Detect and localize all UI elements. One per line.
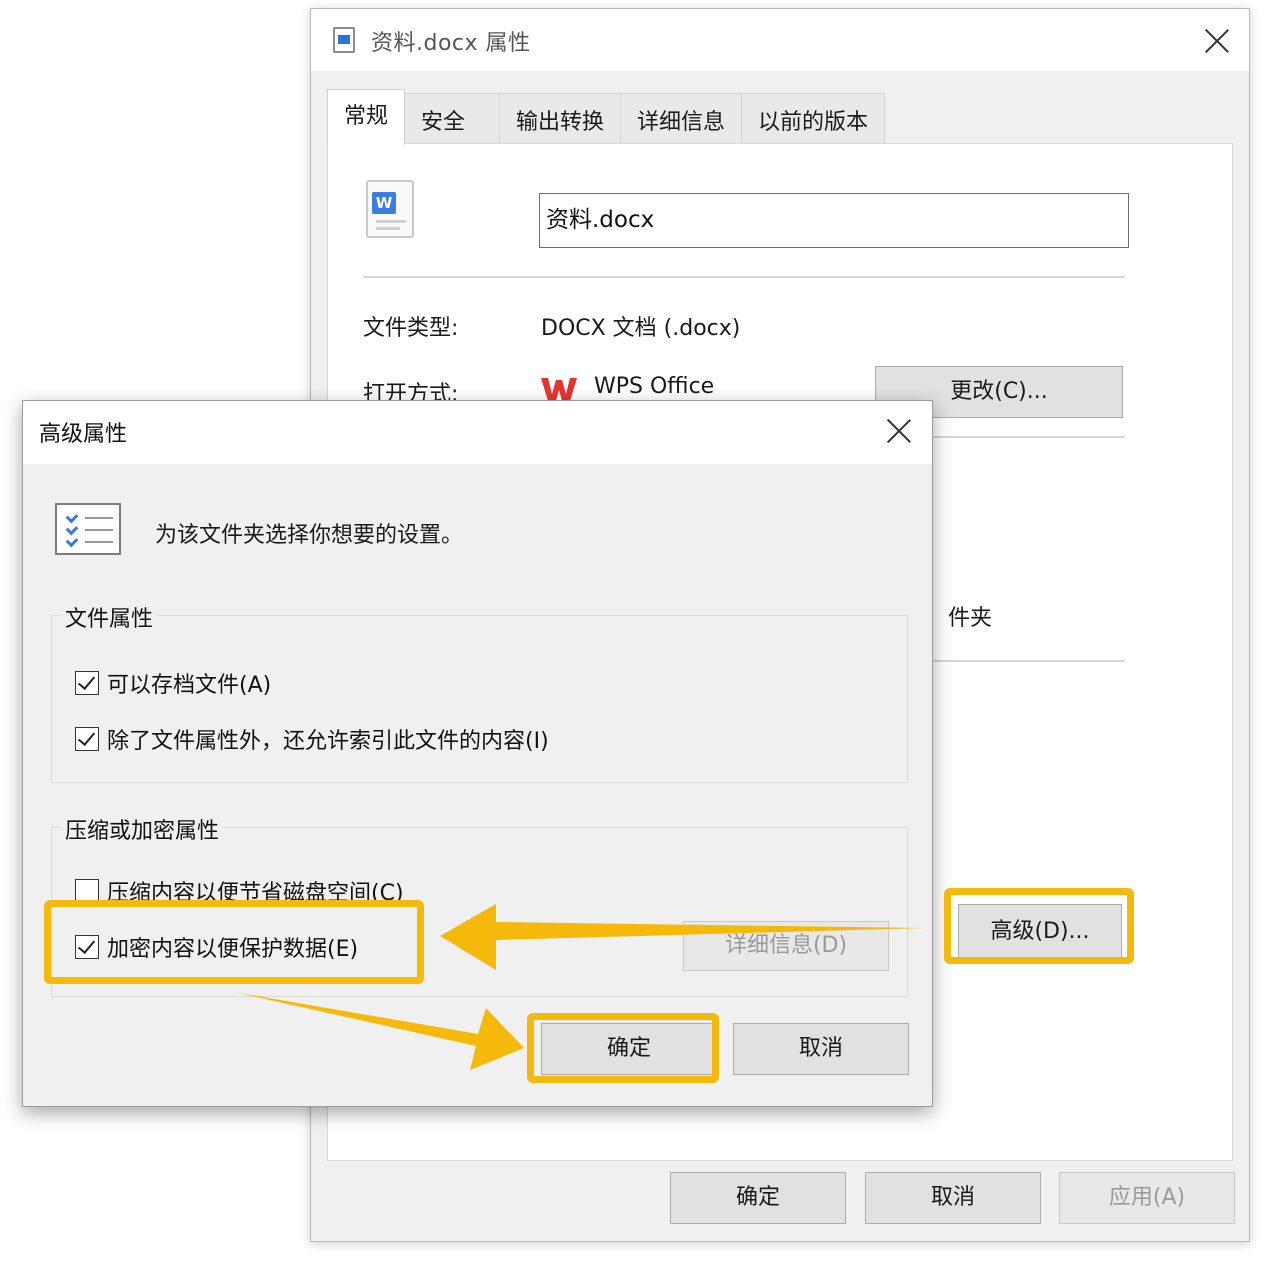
advanced-dialog-title: 高级属性	[39, 422, 128, 447]
file-attributes-group-label: 文件属性	[61, 601, 158, 633]
advanced-button[interactable]: 高级(D)...	[958, 904, 1122, 960]
properties-titlebar: 资料.docx 属性	[311, 9, 1249, 71]
archive-checkbox-label: 可以存档文件(A)	[107, 673, 272, 698]
compress-checkbox[interactable]	[75, 879, 99, 903]
encrypt-checkbox-row[interactable]: 加密内容以便保护数据(E)	[75, 931, 358, 963]
advanced-cancel-button[interactable]: 取消	[733, 1023, 909, 1075]
tab-previous-versions[interactable]: 以前的版本	[741, 93, 886, 145]
properties-close-icon[interactable]	[1203, 27, 1231, 55]
tab-output-conversion[interactable]: 输出转换	[499, 93, 622, 145]
advanced-ok-button[interactable]: 确定	[541, 1023, 717, 1075]
compress-encrypt-group	[51, 827, 908, 997]
cancel-button[interactable]: 取消	[865, 1172, 1041, 1224]
advanced-titlebar: 高级属性	[23, 401, 932, 464]
open-with-value: WPS Office	[594, 374, 715, 399]
index-checkbox-label: 除了文件属性外，还允许索引此文件的内容(I)	[107, 729, 549, 754]
document-icon	[333, 27, 355, 53]
dialog-description: 为该文件夹选择你想要的设置。	[155, 523, 464, 548]
tab-details[interactable]: 详细信息	[620, 93, 743, 145]
apply-button[interactable]: 应用(A)	[1059, 1172, 1235, 1224]
ok-button[interactable]: 确定	[670, 1172, 846, 1224]
file-type-label: 文件类型:	[363, 316, 459, 341]
encrypt-checkbox-label: 加密内容以便保护数据(E)	[107, 937, 359, 962]
divider	[363, 276, 1125, 278]
compress-checkbox-row[interactable]: 压缩内容以便节省磁盘空间(C)	[75, 875, 404, 907]
index-checkbox-row[interactable]: 除了文件属性外，还允许索引此文件的内容(I)	[75, 723, 549, 755]
advanced-close-icon[interactable]	[885, 417, 913, 445]
wps-w-badge: W	[372, 192, 396, 214]
encrypt-checkbox[interactable]	[75, 935, 99, 959]
properties-title: 资料.docx 属性	[371, 31, 531, 56]
compress-checkbox-label: 压缩内容以便节省磁盘空间(C)	[107, 881, 404, 906]
folder-label-fragment: 件夹	[948, 606, 993, 631]
details-button[interactable]: 详细信息(D)	[683, 921, 889, 971]
file-attributes-group	[51, 615, 908, 783]
tab-security[interactable]: 安全	[404, 93, 501, 145]
file-type-value: DOCX 文档 (.docx)	[541, 316, 741, 341]
properties-tabs: 常规 安全 输出转换 详细信息 以前的版本	[327, 89, 886, 145]
settings-checklist-icon	[55, 503, 121, 555]
wps-document-icon: W	[366, 180, 414, 238]
tab-general[interactable]: 常规	[327, 89, 406, 145]
compress-encrypt-group-label: 压缩或加密属性	[61, 813, 224, 845]
advanced-attributes-dialog: 高级属性 为该文件夹选择你想要的设置。 文件属性 可以存档文件(A) 除了文件属…	[22, 400, 933, 1107]
index-checkbox[interactable]	[75, 727, 99, 751]
archive-checkbox-row[interactable]: 可以存档文件(A)	[75, 667, 271, 699]
filename-input[interactable]: 资料.docx	[539, 193, 1129, 248]
archive-checkbox[interactable]	[75, 671, 99, 695]
